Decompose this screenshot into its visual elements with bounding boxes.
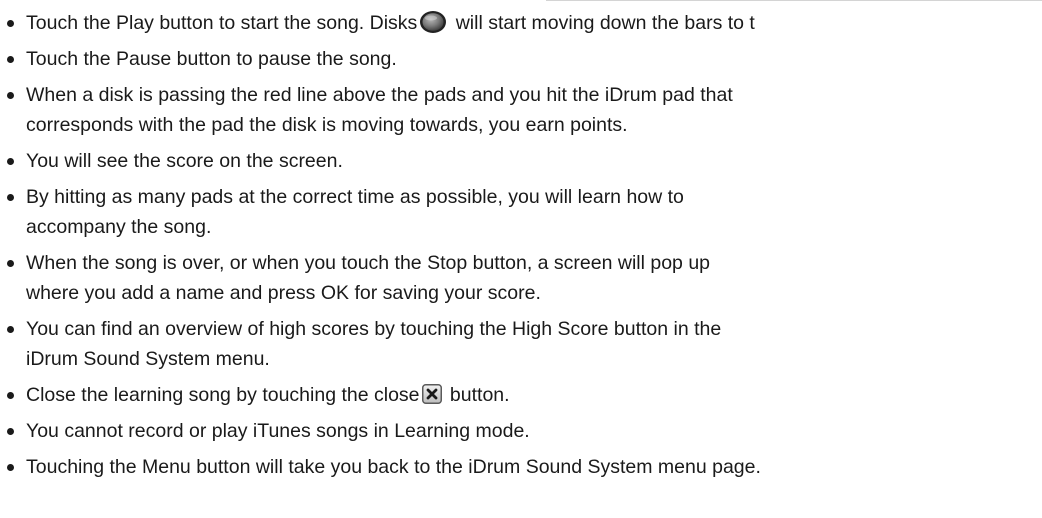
bullet-icon <box>7 464 14 471</box>
instruction-text: Close the learning song by touching the … <box>26 384 420 406</box>
instruction-text: You cannot record or play iTunes songs i… <box>26 420 530 442</box>
instruction-text-line-2: corresponds with the pad the disk is mov… <box>26 114 628 136</box>
close-icon <box>421 384 442 404</box>
instruction-text-continued: will start moving down the bars to t <box>450 12 755 34</box>
instruction-item-score: You will see the score on the screen. <box>7 146 1042 176</box>
bullet-icon <box>7 56 14 63</box>
instruction-item-play: Touch the Play button to start the song.… <box>7 8 1042 38</box>
disk-icon <box>420 11 447 33</box>
instruction-list: Touch the Play button to start the song.… <box>7 8 1042 488</box>
instruction-item-red-line: When a disk is passing the red line abov… <box>7 80 1042 140</box>
bullet-icon <box>7 194 14 201</box>
bullet-icon <box>7 392 14 399</box>
bullet-icon <box>7 92 14 99</box>
instruction-text-line-1: By hitting as many pads at the correct t… <box>26 186 684 208</box>
instruction-text: You will see the score on the screen. <box>26 150 343 172</box>
instruction-item-menu: Touching the Menu button will take you b… <box>7 452 1042 482</box>
bullet-icon <box>7 326 14 333</box>
instruction-item-close: Close the learning song by touching the … <box>7 380 1042 410</box>
instruction-item-high-scores: You can find an overview of high scores … <box>7 314 1042 374</box>
instruction-text-line-2: accompany the song. <box>26 216 212 238</box>
instruction-text-continued: button. <box>444 384 510 406</box>
instruction-text: Touching the Menu button will take you b… <box>26 456 761 478</box>
instruction-item-pause: Touch the Pause button to pause the song… <box>7 44 1042 74</box>
instruction-text-line-2: where you add a name and press OK for sa… <box>26 282 541 304</box>
top-divider <box>546 0 1042 1</box>
instruction-item-itunes: You cannot record or play iTunes songs i… <box>7 416 1042 446</box>
instruction-text-line-2: iDrum Sound System menu. <box>26 348 270 370</box>
bullet-icon <box>7 428 14 435</box>
instruction-item-hitting: By hitting as many pads at the correct t… <box>7 182 1042 242</box>
instruction-text-line-1: You can find an overview of high scores … <box>26 318 722 340</box>
bullet-icon <box>7 20 14 27</box>
instruction-text: Touch the Play button to start the song.… <box>26 12 418 34</box>
bullet-icon <box>7 260 14 267</box>
instruction-text-line-1: When the song is over, or when you touch… <box>26 252 711 274</box>
bullet-icon <box>7 158 14 165</box>
instruction-text: Touch the Pause button to pause the song… <box>26 48 397 70</box>
instruction-item-song-over: When the song is over, or when you touch… <box>7 248 1042 308</box>
instruction-text-line-1: When a disk is passing the red line abov… <box>26 84 733 106</box>
